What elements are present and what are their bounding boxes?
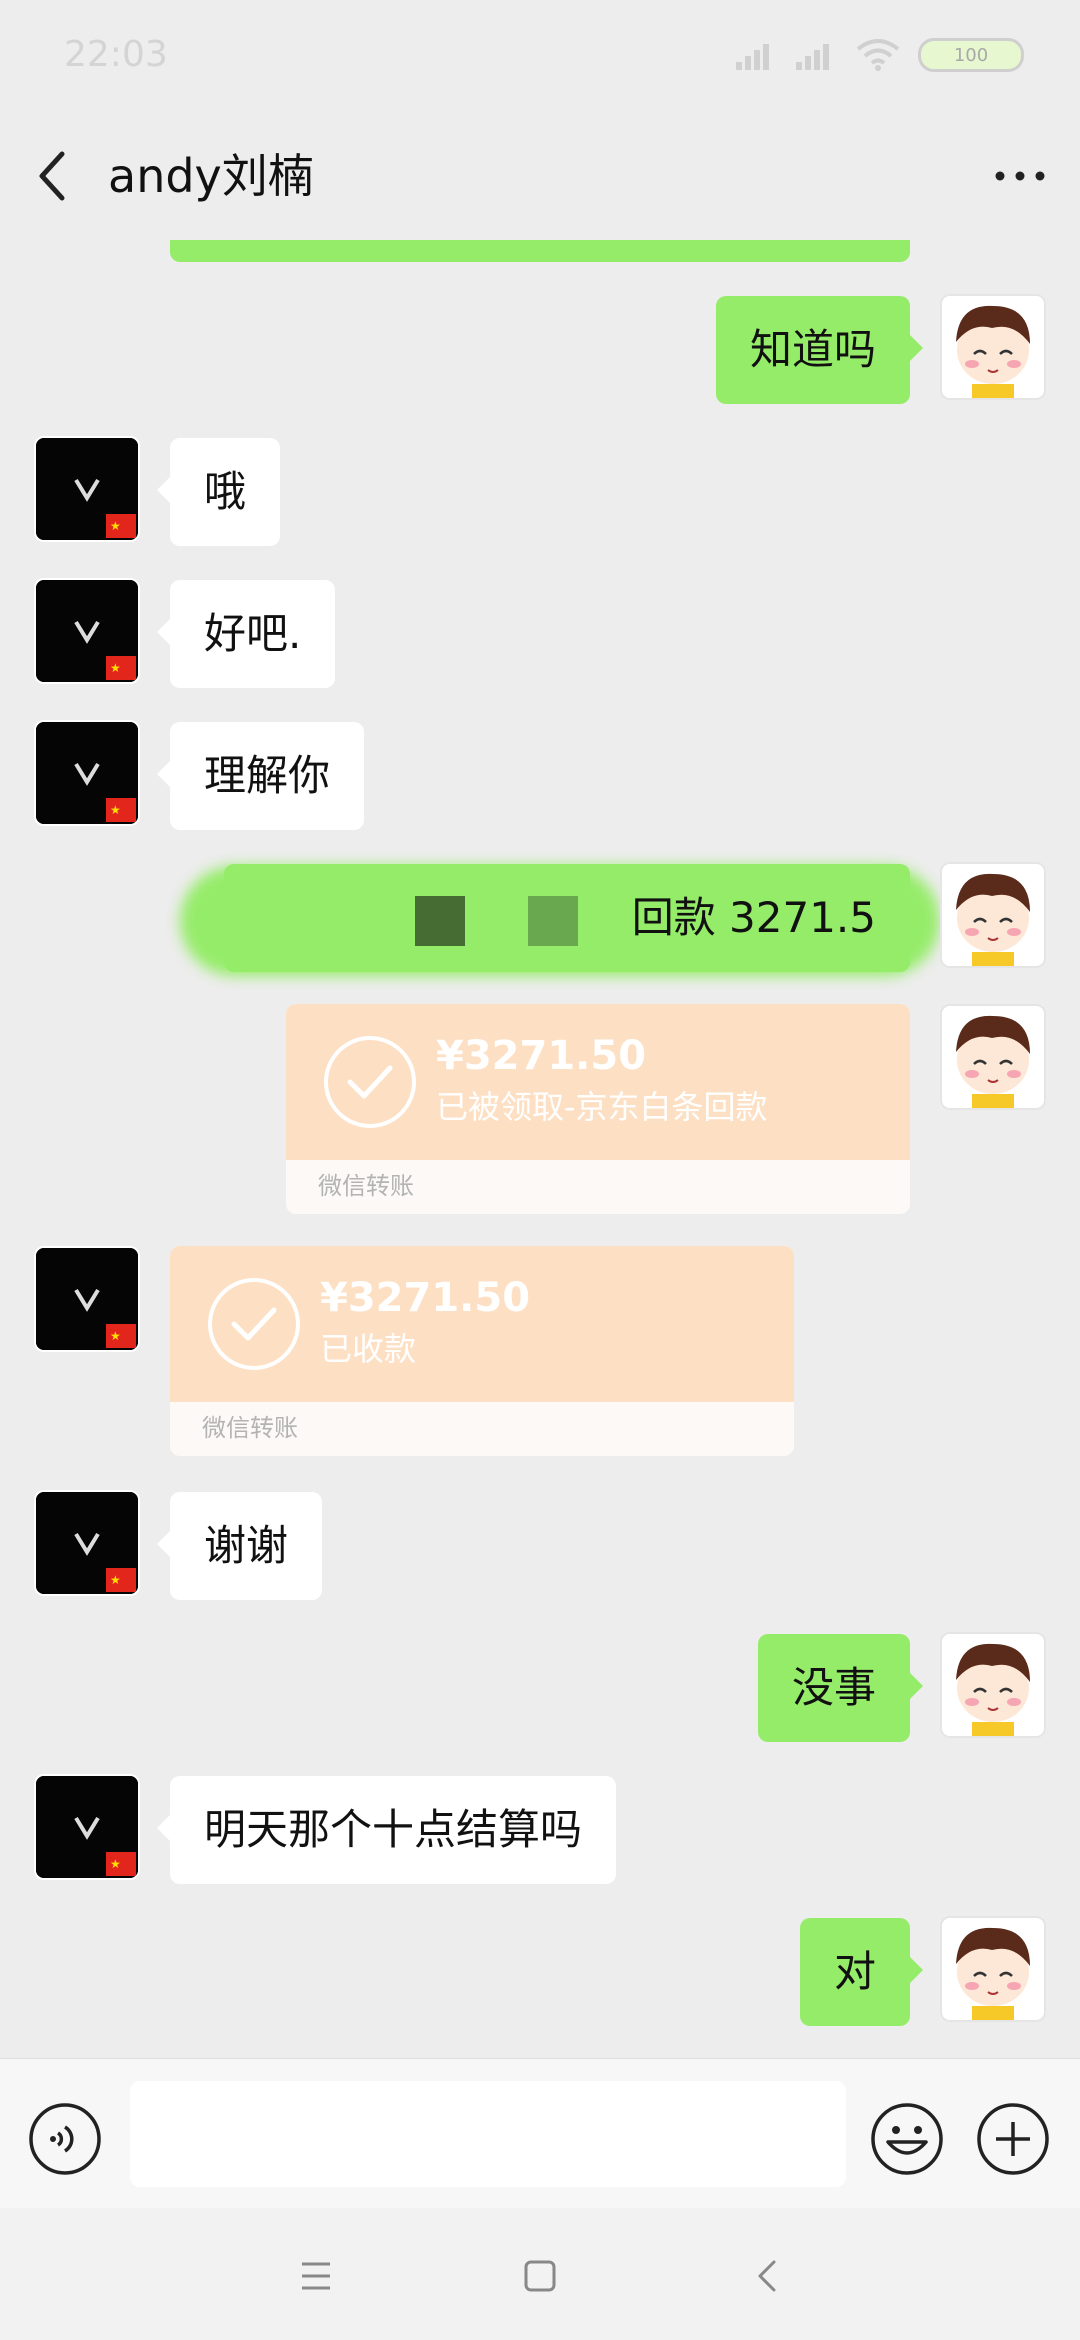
- redacted-block: [414, 895, 465, 946]
- system-navigation-bar: [0, 2208, 1080, 2340]
- message-input[interactable]: [130, 2081, 846, 2187]
- message-row: ★ 哦: [0, 436, 1080, 548]
- transfer-note: 已收款: [320, 1330, 417, 1368]
- system-back-icon[interactable]: [740, 2248, 796, 2304]
- message-row: 回款 3271.5: [0, 862, 1080, 976]
- message-text: 回款 3271.5: [631, 893, 876, 942]
- cartoon-boy-icon: [942, 864, 1044, 966]
- received-message-bubble[interactable]: 好吧.: [156, 580, 336, 688]
- status-time: 22:03: [64, 34, 168, 75]
- svg-text:★: ★: [110, 519, 121, 533]
- received-message-bubble[interactable]: 谢谢: [156, 1492, 323, 1600]
- svg-text:★: ★: [110, 803, 121, 817]
- transfer-label: 微信转账: [202, 1414, 298, 1442]
- more-functions-plus-icon[interactable]: [976, 2102, 1050, 2176]
- transfer-card-sent[interactable]: ¥3271.50 已被领取-京东白条回款 微信转账: [286, 1004, 910, 1214]
- message-row: ¥3271.50 已被领取-京东白条回款 微信转账: [0, 1004, 1080, 1218]
- partial-message-bubble[interactable]: [170, 240, 910, 262]
- redacted-block: [528, 895, 579, 946]
- message-row: ★ ¥3271.50 已收款 微信转账: [0, 1246, 1080, 1460]
- sent-message-bubble[interactable]: 对: [799, 1918, 924, 2026]
- svg-text:★: ★: [110, 1329, 121, 1343]
- svg-text:★: ★: [110, 1573, 121, 1587]
- transfer-card-received[interactable]: ¥3271.50 已收款 微信转账: [170, 1246, 794, 1456]
- home-square-icon[interactable]: [512, 2248, 568, 2304]
- signal-icon: [736, 44, 769, 70]
- received-message-bubble[interactable]: 明天那个十点结算吗: [156, 1776, 617, 1884]
- battery-indicator: 100: [918, 38, 1024, 72]
- my-avatar[interactable]: [940, 862, 1046, 968]
- chat-title: andy刘楠: [108, 149, 314, 203]
- more-options-icon[interactable]: [994, 164, 1046, 188]
- emoji-icon[interactable]: [870, 2102, 944, 2176]
- message-list[interactable]: 知道吗 ★ 哦 ★ 好吧. ★ 理解你 回款 3271.5 ¥3271.50 已…: [0, 240, 1080, 2060]
- cartoon-boy-icon: [942, 1634, 1044, 1736]
- message-row: 知道吗: [0, 294, 1080, 406]
- transfer-check-icon: [208, 1278, 300, 1370]
- message-row: ★ 明天那个十点结算吗: [0, 1774, 1080, 1886]
- message-composer: [0, 2058, 1080, 2209]
- sent-message-bubble[interactable]: 没事: [757, 1634, 924, 1742]
- hd-signal-icon: [796, 44, 829, 70]
- cartoon-boy-icon: [942, 1918, 1044, 2020]
- contact-logo-icon: ★: [36, 1492, 138, 1594]
- sent-message-bubble[interactable]: 知道吗: [715, 296, 924, 404]
- my-avatar[interactable]: [940, 1916, 1046, 2022]
- cartoon-boy-icon: [942, 296, 1044, 398]
- contact-logo-icon: ★: [36, 1776, 138, 1878]
- message-row: 对: [0, 1916, 1080, 2028]
- transfer-check-icon: [324, 1036, 416, 1128]
- status-icons: 100: [736, 38, 1024, 72]
- contact-logo-icon: ★: [36, 580, 138, 682]
- cartoon-boy-icon: [942, 1006, 1044, 1108]
- svg-text:★: ★: [110, 661, 121, 675]
- contact-logo-icon: ★: [36, 722, 138, 824]
- transfer-label: 微信转账: [318, 1172, 414, 1200]
- received-message-bubble[interactable]: 理解你: [156, 722, 365, 830]
- transfer-amount: ¥3271.50: [436, 1033, 647, 1079]
- message-row: 没事: [0, 1632, 1080, 1744]
- contact-avatar[interactable]: ★: [34, 1490, 140, 1596]
- message-row: ★ 理解你: [0, 720, 1080, 832]
- contact-avatar[interactable]: ★: [34, 720, 140, 826]
- my-avatar[interactable]: [940, 294, 1046, 400]
- contact-logo-icon: ★: [36, 438, 138, 540]
- received-message-bubble[interactable]: 哦: [156, 438, 281, 546]
- contact-avatar[interactable]: ★: [34, 1246, 140, 1352]
- status-bar: 22:03 100: [0, 0, 1080, 120]
- recent-apps-menu-icon[interactable]: [288, 2248, 344, 2304]
- my-avatar[interactable]: [940, 1004, 1046, 1110]
- message-row: ★ 谢谢: [0, 1490, 1080, 1602]
- message-row: ★ 好吧.: [0, 578, 1080, 690]
- contact-logo-icon: ★: [36, 1248, 138, 1350]
- contact-avatar[interactable]: ★: [34, 578, 140, 684]
- transfer-amount: ¥3271.50: [320, 1275, 531, 1321]
- my-avatar[interactable]: [940, 1632, 1046, 1738]
- sent-message-bubble[interactable]: 回款 3271.5: [224, 864, 923, 972]
- transfer-note: 已被领取-京东白条回款: [436, 1088, 768, 1126]
- back-arrow-icon[interactable]: [32, 146, 72, 206]
- svg-text:★: ★: [110, 1857, 121, 1871]
- voice-input-icon[interactable]: [28, 2102, 102, 2176]
- wifi-icon: [856, 39, 900, 71]
- contact-avatar[interactable]: ★: [34, 436, 140, 542]
- contact-avatar[interactable]: ★: [34, 1774, 140, 1880]
